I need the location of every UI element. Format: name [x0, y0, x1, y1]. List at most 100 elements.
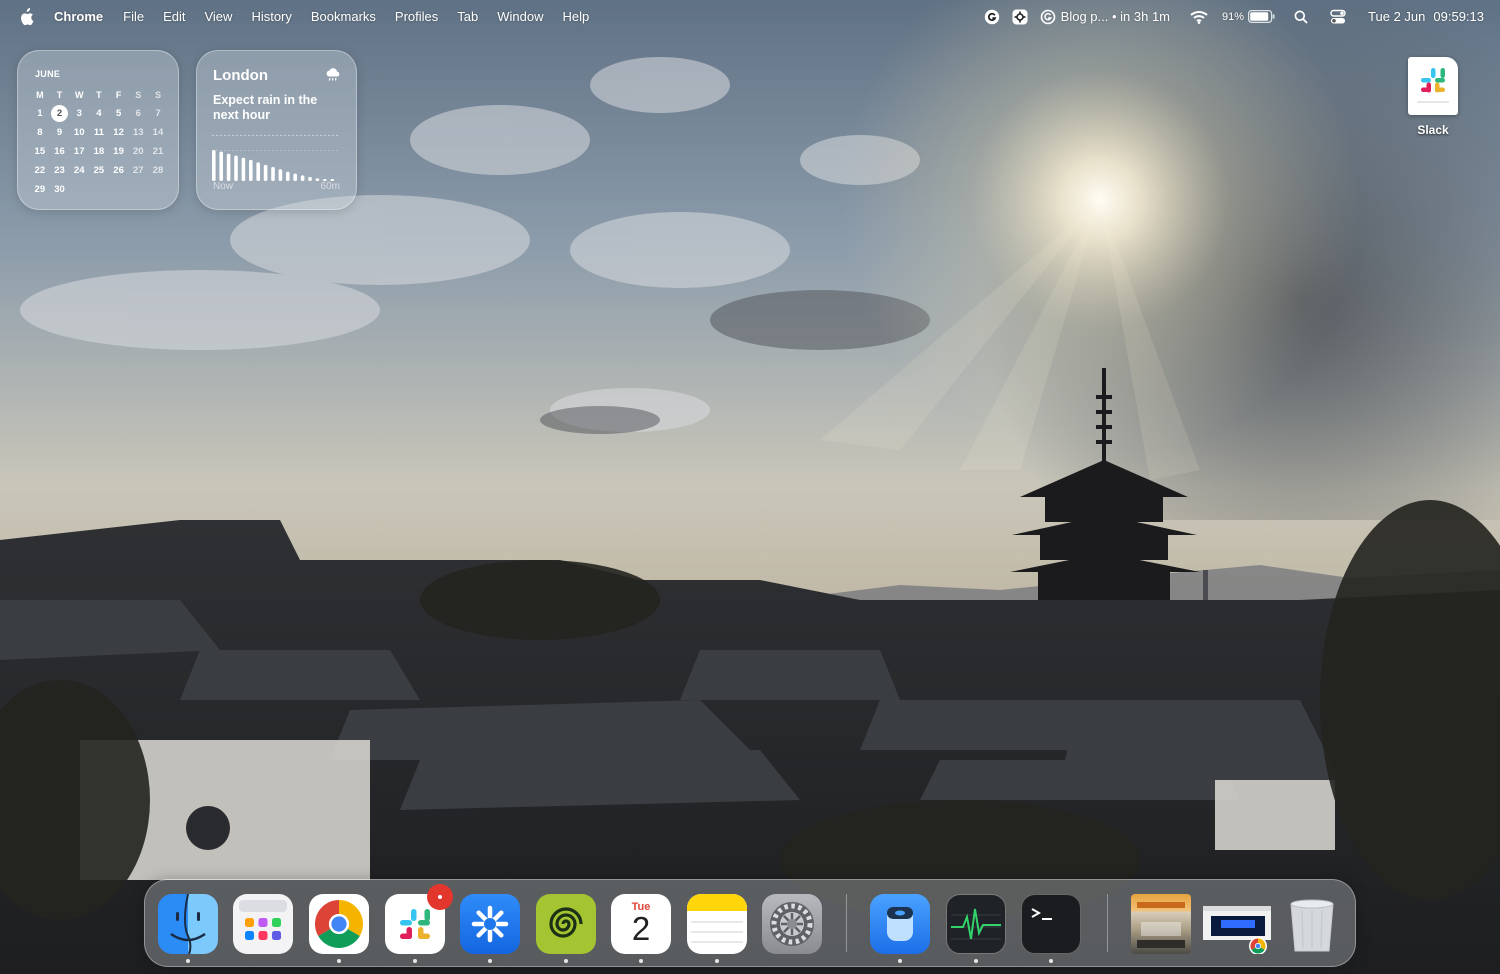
weekday-label: T — [96, 89, 102, 100]
running-indicator — [337, 959, 341, 963]
calendar-day: 13 — [132, 127, 144, 138]
rain-intensity-bar — [278, 169, 283, 181]
calendar-day: 18 — [93, 146, 105, 157]
calendar-day: 1 — [37, 108, 43, 119]
calendar-week-row: 22 23 24 25 26 27 28 — [30, 161, 168, 180]
rain-intensity-bar — [315, 178, 320, 181]
menu-bookmarks[interactable]: Bookmarks — [311, 9, 376, 24]
apple-menu-icon[interactable] — [18, 7, 34, 26]
calendar-day: 12 — [113, 127, 124, 138]
weekday-label: M — [36, 89, 44, 100]
dock-slack[interactable] — [385, 884, 453, 963]
calendar-day: 23 — [54, 165, 65, 176]
dock-perplexity[interactable] — [460, 894, 520, 963]
activity-monitor-icon — [946, 894, 1006, 954]
wifi-icon[interactable] — [1190, 10, 1208, 24]
calendar-day: 11 — [93, 127, 104, 138]
calendar-day-today: 2 — [50, 105, 70, 122]
menu-window[interactable]: Window — [497, 9, 543, 24]
chart-axis-start: Now — [213, 181, 234, 192]
menu-app-chrome[interactable]: Chrome — [54, 9, 103, 24]
dock-system-settings[interactable] — [762, 894, 822, 954]
reminder-text: Blog p... • in 3h 1m — [1060, 9, 1171, 24]
desktop-item-slack[interactable]: Slack — [1405, 57, 1461, 137]
container-app-icon — [870, 894, 930, 954]
calendar-weekday-row: M T W T F S S — [30, 85, 168, 104]
rain-intensity-bar — [300, 175, 305, 181]
weekday-label: W — [74, 89, 84, 100]
calendar-day: 26 — [113, 165, 124, 176]
chart-axis-end: 60m — [320, 181, 340, 192]
rain-intensity-bar — [219, 151, 223, 181]
rain-intensity-bar — [256, 162, 260, 181]
menu-profiles[interactable]: Profiles — [395, 9, 438, 24]
menu-view[interactable]: View — [204, 9, 232, 24]
rain-intensity-bar — [234, 155, 238, 181]
terminal-icon — [1021, 894, 1081, 954]
dock-spiral[interactable] — [536, 894, 596, 963]
calendar-day: 17 — [73, 146, 85, 157]
dock-container-app[interactable] — [870, 894, 930, 963]
menu-file[interactable]: File — [123, 9, 144, 24]
dock-calendar[interactable]: Tue 2 — [611, 894, 671, 963]
rain-intensity-bar — [249, 159, 253, 181]
dock-trash[interactable] — [1282, 894, 1342, 954]
menu-edit[interactable]: Edit — [163, 9, 185, 24]
running-indicator — [186, 959, 190, 963]
photo-thumbnail-icon — [1131, 894, 1191, 954]
menu-help[interactable]: Help — [563, 9, 590, 24]
dock-google-chrome[interactable] — [309, 894, 369, 963]
calendar-day: 5 — [115, 108, 122, 119]
rain-intensity-bar — [308, 177, 312, 181]
dock-chrome-window[interactable] — [1203, 894, 1273, 955]
chrome-icon — [309, 894, 369, 954]
grammarly-status-icon[interactable] — [984, 9, 1000, 25]
rain-intensity-bar — [212, 150, 216, 181]
menu-history[interactable]: History — [251, 9, 291, 24]
running-indicator — [1049, 959, 1053, 963]
dock-launchpad[interactable] — [233, 894, 293, 954]
weather-widget[interactable]: London Expect rain in the next hour Now … — [196, 50, 357, 210]
dock-notes[interactable] — [687, 894, 747, 963]
calendar-widget[interactable]: JUNE M T W T F S S 1 2 3 4 5 6 7 8 9 10 … — [17, 50, 179, 210]
calendar-day: 16 — [54, 146, 65, 157]
running-indicator — [564, 959, 568, 963]
rain-intensity-bar — [271, 167, 275, 181]
spotlight-search-icon[interactable] — [1294, 10, 1308, 24]
calendar-day: 7 — [155, 108, 161, 119]
trash-icon — [1282, 894, 1342, 954]
dock-finder[interactable] — [158, 894, 218, 963]
calendar-day: 30 — [54, 184, 65, 195]
dock: Tue 2 — [144, 879, 1356, 967]
battery-status[interactable]: 91% — [1222, 10, 1276, 23]
gear-badge-status-icon[interactable] — [1012, 9, 1028, 25]
control-center-icon[interactable] — [1330, 9, 1346, 25]
notification-badge — [427, 884, 453, 910]
notes-icon — [687, 894, 747, 954]
dock-terminal[interactable] — [1021, 894, 1081, 963]
calendar-grid: M T W T F S S 1 2 3 4 5 6 7 8 9 10 11 12… — [30, 85, 168, 199]
calendar-day: 28 — [152, 165, 164, 176]
calendar-day: 25 — [93, 165, 105, 176]
menubar-clock[interactable]: 09:59:13 — [1433, 9, 1484, 24]
running-indicator — [715, 959, 719, 963]
calendar-reminder-status[interactable]: Blog p... • in 3h 1m — [1040, 9, 1170, 25]
menu-tab[interactable]: Tab — [457, 9, 478, 24]
today-label: 2 — [51, 105, 69, 122]
weekday-label: S — [154, 89, 161, 100]
menubar-date[interactable]: Tue 2 Jun — [1368, 9, 1425, 24]
running-indicator — [974, 959, 978, 963]
calendar-day: 19 — [113, 146, 124, 157]
dock-activity-monitor[interactable] — [946, 894, 1006, 963]
calendar-month: JUNE — [35, 69, 61, 79]
calendar-day: 15 — [34, 146, 46, 157]
running-indicator — [413, 959, 417, 963]
calendar-icon-date: 2 — [631, 910, 651, 947]
rain-intensity-bar — [286, 171, 290, 181]
calendar-day: 8 — [37, 127, 43, 138]
calendar-week-row: 1 2 3 4 5 6 7 — [30, 104, 168, 123]
running-indicator — [639, 959, 643, 963]
dock-photo-thumbnail[interactable] — [1131, 894, 1191, 954]
rain-intensity-bar — [241, 157, 246, 182]
calendar-day: 3 — [76, 108, 82, 119]
